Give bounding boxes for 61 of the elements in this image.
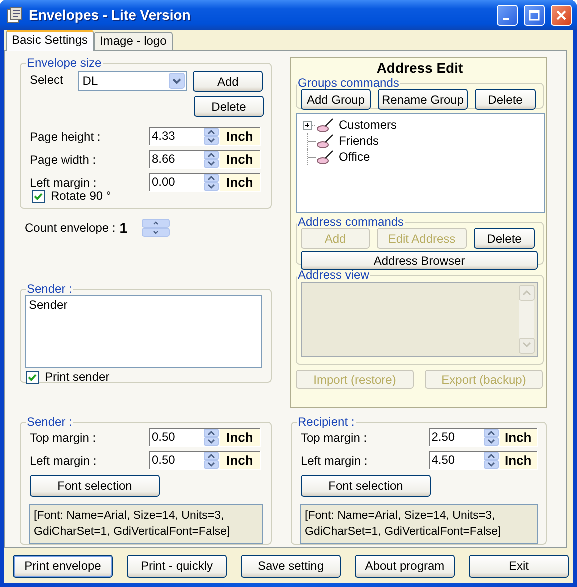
maximize-button[interactable] [524,4,545,26]
button[interactable]: Print - quickly [127,554,227,578]
close-icon[interactable] [556,10,567,20]
field-label: Page width : [30,152,98,166]
checkbox[interactable] [32,190,45,202]
button[interactable]: Exit [469,554,569,578]
button[interactable]: Add [193,71,263,92]
field-label: Left margin : [30,454,98,468]
group-label: Address commands [297,216,406,228]
count-value: 1 [120,220,129,236]
dropdown-value: DL [82,74,98,88]
expand-icon[interactable] [303,120,316,130]
app-icon [6,6,23,24]
button[interactable]: About program [355,554,455,578]
button[interactable]: Rename Group [378,89,468,110]
field-label: Page height : [30,130,102,144]
panel-title: Address Edit [376,60,464,76]
button[interactable]: Font selection [30,475,160,497]
font-info-text: [Font: Name=Arial, Size=14, Units=3, GdiCharSet=1, GdiVerticalFont=False] [29,504,263,544]
field-label: Left margin : [30,176,98,190]
window-title: Envelopes - Lite Version [29,7,192,23]
tab[interactable]: Basic Settings [6,30,94,51]
button[interactable]: Delete [474,228,535,249]
scrollbar [519,285,535,354]
tree-view[interactable]: Customers Friends Office [296,113,545,213]
tree-item[interactable]: Office [339,150,370,164]
group-label: Envelope size [26,57,103,69]
group-label: Sender : [26,416,74,428]
dropdown[interactable]: DL [78,71,188,91]
spin-button[interactable] [142,219,170,237]
field-label: Count envelope : [25,221,116,235]
close-button[interactable] [551,4,572,26]
group-label: Sender : [26,283,74,295]
font-info-text: [Font: Name=Arial, Size=14, Units=3, GdiCharSet=1, GdiVerticalFont=False] [300,504,538,544]
maximize-icon[interactable] [529,10,540,20]
button[interactable]: Font selection [301,475,431,497]
button[interactable]: Add Group [301,89,371,110]
tree-item[interactable]: Friends [339,134,380,148]
tab[interactable]: Image - logo [94,32,173,50]
minimize-button[interactable] [497,4,518,26]
button[interactable]: Delete [475,89,536,110]
button[interactable]: Address Browser [301,251,538,270]
field-label: Select [30,73,64,87]
group-label: Recipient : [297,416,356,428]
pin-icon [317,118,334,132]
checkbox-label: Print sender [45,370,110,384]
pin-icon [317,150,334,164]
group-label: Address view [297,269,370,281]
button[interactable]: Save setting [241,554,341,578]
button[interactable]: Delete [194,96,264,117]
checkbox-label: Rotate 90 ° [51,189,112,203]
pin-icon [317,134,334,148]
field-label: Top margin : [30,430,98,444]
tree-item[interactable]: Customers [339,118,398,132]
text-area[interactable]: Sender [25,295,262,368]
caret-icon[interactable] [169,73,186,89]
group-label: Groups commands [297,77,400,89]
field-label: Top margin : [301,430,368,444]
checkbox[interactable] [26,370,39,384]
button[interactable]: Print envelope [13,554,113,578]
field-label: Left margin : [301,454,369,468]
